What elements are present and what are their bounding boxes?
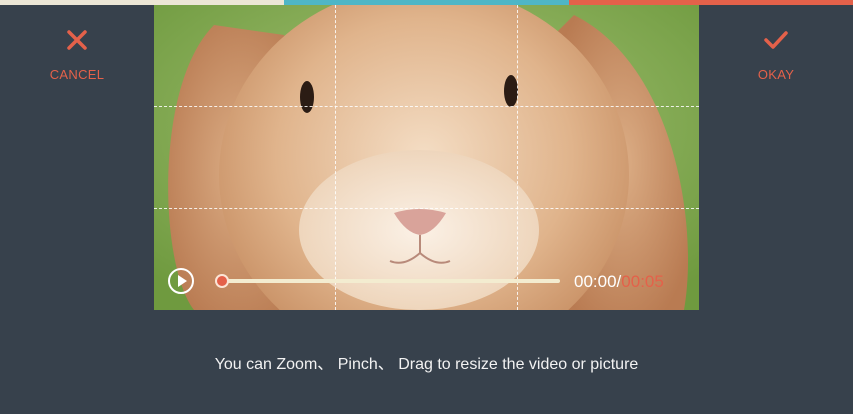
okay-label: OKAY [757, 67, 795, 82]
progress-thumb[interactable] [215, 274, 229, 288]
play-button[interactable] [168, 268, 194, 294]
okay-button[interactable]: OKAY [699, 5, 853, 310]
rabbit-photo [154, 5, 699, 310]
play-icon [178, 275, 187, 287]
grid-line [517, 5, 518, 310]
grid-line [335, 5, 336, 310]
check-icon [763, 27, 789, 53]
time-display: 00:00/00:05 [574, 272, 664, 292]
video-crop-screen: CANCEL OKAY 00:00/00:05 You can Zoom、 Pi… [0, 0, 853, 414]
current-time: 00:00 [574, 272, 617, 291]
grid-line [154, 208, 699, 209]
cancel-button[interactable]: CANCEL [0, 5, 154, 310]
crop-viewport[interactable]: 00:00/00:05 [154, 5, 699, 310]
progress-slider[interactable] [215, 274, 560, 288]
hint-bar: You can Zoom、 Pinch、 Drag to resize the … [0, 310, 853, 414]
close-icon [64, 27, 90, 53]
cancel-label: CANCEL [49, 67, 105, 82]
hint-text: You can Zoom、 Pinch、 Drag to resize the … [214, 356, 639, 373]
grid-line [154, 106, 699, 107]
total-time: 00:05 [621, 272, 664, 291]
